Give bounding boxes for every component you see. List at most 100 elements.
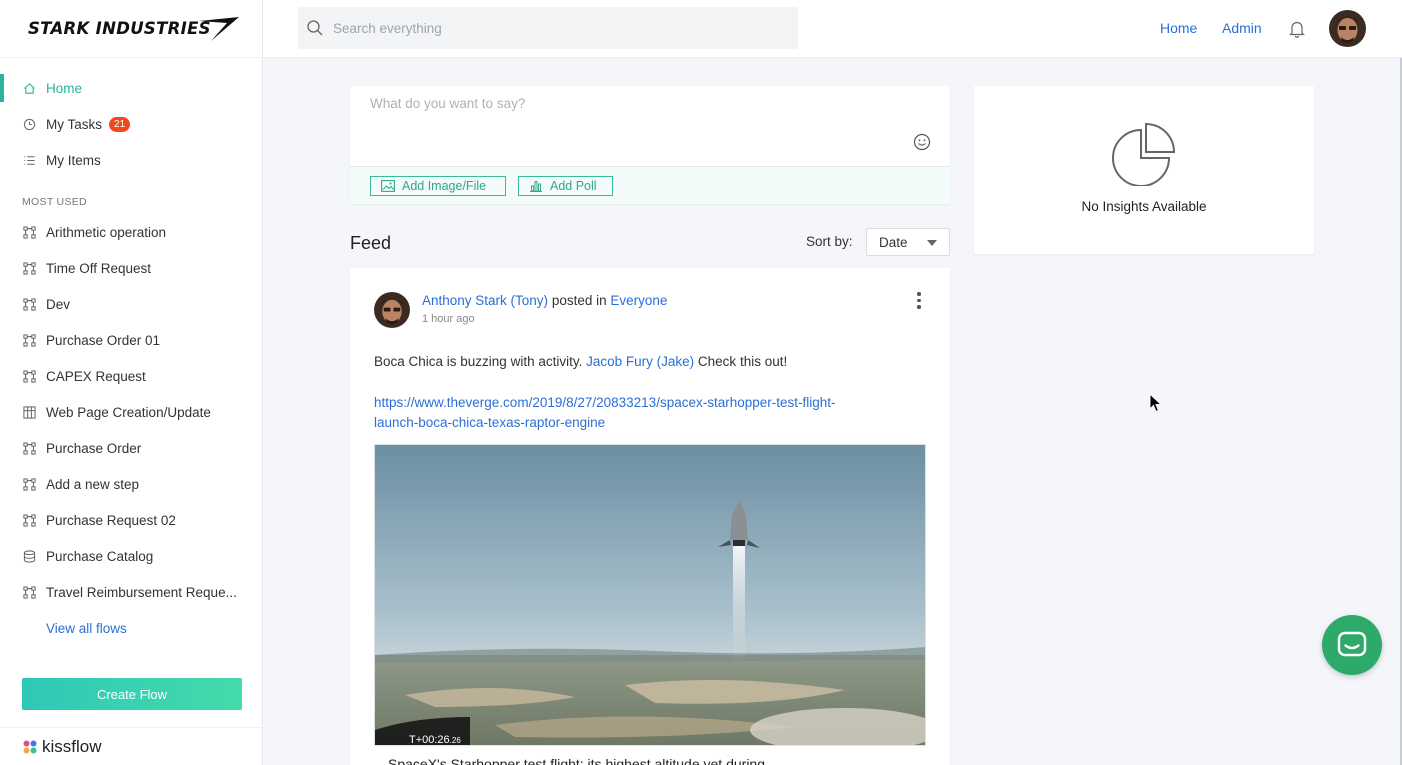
flow-icon — [22, 513, 36, 527]
sidebar-flow-label: Purchase Order 01 — [46, 332, 161, 348]
no-insights-text: No Insights Available — [1081, 199, 1207, 214]
emoji-icon[interactable] — [913, 133, 931, 151]
sidebar-flow-item[interactable]: Purchase Order 01 — [0, 322, 262, 358]
add-poll-label: Add Poll — [550, 179, 597, 193]
sidebar-flow-item[interactable]: Dev — [0, 286, 262, 322]
database-icon — [22, 549, 36, 563]
post-header: Anthony Stark (Tony) posted in Everyone — [422, 293, 667, 308]
board-icon — [22, 405, 36, 419]
sort-by-dropdown[interactable]: Date — [866, 228, 950, 256]
user-avatar[interactable] — [1329, 10, 1366, 47]
sidebar-flow-label: Purchase Catalog — [46, 548, 154, 564]
sidebar-flow-item[interactable]: Purchase Request 02 — [0, 502, 262, 538]
top-nav-admin[interactable]: Admin — [1222, 20, 1262, 36]
post-mention-link[interactable]: Jacob Fury (Jake) — [586, 354, 694, 369]
sidebar-flow-label: CAPEX Request — [46, 368, 146, 384]
create-flow-button[interactable]: Create Flow — [22, 678, 242, 710]
post-text: Boca Chica is buzzing with activity. Jac… — [374, 354, 787, 369]
sidebar-flow-item[interactable]: Time Off Request — [0, 250, 262, 286]
add-poll-button[interactable]: Add Poll — [518, 176, 613, 196]
link-preview-title[interactable]: SpaceX's Starhopper test flight: its hig… — [388, 756, 765, 765]
flow-icon — [22, 369, 36, 383]
kissflow-footer: kissflow — [0, 727, 262, 765]
post-url-line-1: https://www.theverge.com/2019/8/27/20833… — [374, 395, 836, 410]
sidebar-item-label: My Tasks — [46, 116, 103, 132]
list-icon — [22, 153, 36, 167]
home-icon — [22, 81, 36, 95]
flow-icon — [22, 585, 36, 599]
feed-post: Anthony Stark (Tony) posted in Everyone … — [350, 268, 950, 765]
sidebar-flow-label: Arithmetic operation — [46, 224, 167, 240]
post-more-options-icon[interactable] — [914, 292, 924, 310]
sort-by-value: Date — [879, 234, 908, 250]
image-icon — [381, 180, 395, 192]
sidebar-flow-item[interactable]: Add a new step — [0, 466, 262, 502]
sidebar-flow-label: Purchase Request 02 — [46, 512, 176, 528]
bar-chart-icon — [530, 181, 542, 192]
sidebar-item-label: Home — [46, 80, 83, 96]
sidebar-flow-label: Add a new step — [46, 476, 140, 492]
starhopper-launch-image: T+00:26.26 — [375, 445, 925, 746]
logo-area: STARK INDUSTRIES — [0, 0, 262, 58]
post-author-avatar[interactable] — [374, 292, 410, 328]
post-text-after: Check this out! — [697, 354, 788, 369]
chat-launcher-button[interactable] — [1322, 615, 1382, 675]
feed-title: Feed — [350, 233, 392, 253]
sidebar-flow-label: Time Off Request — [46, 260, 152, 276]
chat-icon — [1337, 631, 1367, 657]
post-composer: Add Image/File Add Poll — [350, 86, 950, 204]
clock-icon — [22, 117, 36, 131]
video-timestamp: T+00:26.26 — [409, 734, 461, 746]
sidebar-flow-item[interactable]: Travel Reimbursement Reque... — [0, 574, 262, 610]
post-url-line-2: launch-boca-chica-texas-raptor-engine — [374, 415, 606, 430]
sidebar-item-my-tasks[interactable]: My Tasks 21 — [0, 106, 262, 142]
flow-icon — [22, 297, 36, 311]
sidebar: STARK INDUSTRIES Home My Tasks 21 My Ite… — [0, 0, 263, 765]
most-used-heading: MOST USED — [22, 196, 87, 208]
top-nav-home[interactable]: Home — [1160, 20, 1197, 36]
sidebar-flow-label: Purchase Order — [46, 440, 142, 456]
company-logo[interactable]: STARK INDUSTRIES — [28, 17, 239, 41]
flow-icon — [22, 225, 36, 239]
post-url-link[interactable]: https://www.theverge.com/2019/8/27/20833… — [374, 393, 914, 433]
sort-by-label: Sort by: — [806, 234, 853, 249]
kissflow-logo-icon — [23, 740, 37, 753]
add-image-file-label: Add Image/File — [402, 179, 487, 193]
sidebar-flow-label: Web Page Creation/Update — [46, 404, 211, 420]
flow-icon — [22, 333, 36, 347]
insights-panel: No Insights Available — [974, 86, 1314, 254]
view-all-flows-link[interactable]: View all flows — [0, 610, 262, 646]
most-used-flows: Arithmetic operation Time Off Request Dev P… — [0, 214, 262, 610]
link-preview-image[interactable]: T+00:26.26 — [374, 444, 926, 746]
flow-icon — [22, 477, 36, 491]
post-author-link[interactable]: Anthony Stark (Tony) — [422, 293, 548, 308]
caret-down-icon — [927, 240, 937, 246]
sidebar-flow-item[interactable]: Arithmetic operation — [0, 214, 262, 250]
posted-in-text: posted in — [551, 293, 607, 308]
post-input[interactable] — [370, 96, 890, 156]
pie-chart-icon — [1112, 122, 1176, 186]
search-input[interactable] — [333, 20, 773, 36]
sidebar-flow-item[interactable]: Purchase Order — [0, 430, 262, 466]
logo-slash-graphic — [198, 17, 239, 41]
search-icon — [307, 20, 323, 36]
post-text-before: Boca Chica is buzzing with activity. — [374, 354, 583, 369]
flow-icon — [22, 261, 36, 275]
kissflow-wordmark: kissflow — [42, 736, 102, 756]
sidebar-flow-item[interactable]: Purchase Catalog — [0, 538, 262, 574]
composer-actions: Add Image/File Add Poll — [350, 166, 950, 204]
bell-icon[interactable] — [1288, 19, 1306, 39]
sidebar-flow-item[interactable]: CAPEX Request — [0, 358, 262, 394]
sidebar-item-label: My Items — [46, 152, 101, 168]
logo-text: STARK INDUSTRIES — [28, 19, 211, 38]
sidebar-item-my-items[interactable]: My Items — [0, 142, 262, 178]
post-timestamp: 1 hour ago — [422, 313, 475, 325]
sidebar-item-home[interactable]: Home — [0, 70, 262, 106]
sidebar-flow-item[interactable]: Web Page Creation/Update — [0, 394, 262, 430]
sidebar-flow-label: Dev — [46, 296, 71, 312]
post-channel-link[interactable]: Everyone — [610, 293, 667, 308]
mouse-cursor-icon — [1149, 393, 1163, 413]
add-image-file-button[interactable]: Add Image/File — [370, 176, 506, 196]
global-search — [298, 7, 798, 49]
top-bar: Home Admin — [263, 0, 1402, 58]
